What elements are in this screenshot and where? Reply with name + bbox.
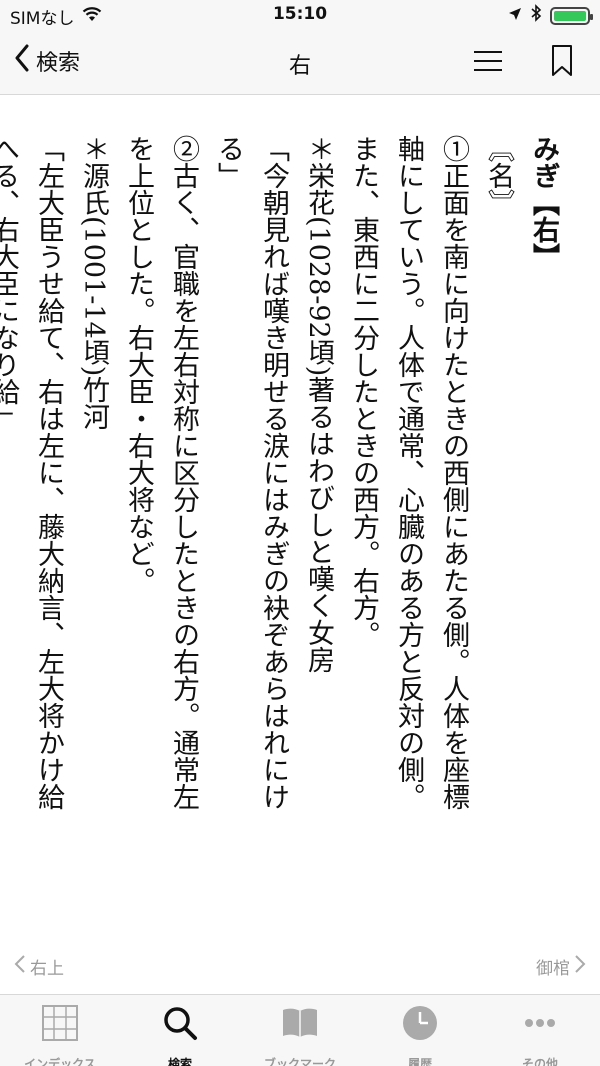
menu-button[interactable] xyxy=(471,46,505,76)
tab-history-label: 履歴 xyxy=(407,1057,432,1066)
entry-line: ①正面を南に向けたときの西側にあたる側。人体を座標 xyxy=(438,135,469,810)
entry-line: へる、右大臣になり給」 xyxy=(0,135,19,432)
book-icon xyxy=(280,1003,320,1047)
prev-entry-link[interactable]: 右上 xyxy=(14,954,64,979)
tab-bookmark-label: ブックマーク xyxy=(263,1057,336,1066)
headword: みぎ【右】 xyxy=(528,135,559,270)
tab-bar: インデックス 検索 ブックマーク 履歴 その他 xyxy=(0,994,600,1066)
nav-bar: 検索 右 xyxy=(0,30,600,95)
tab-history[interactable]: 履歴 xyxy=(360,995,480,1066)
tab-search-label: 検索 xyxy=(167,1057,192,1066)
entry-text: みぎ【右】 〘名〙 ①正面を南に向けたときの西側にあたる側。人体を座標 軸にして… xyxy=(0,135,566,935)
next-entry-link[interactable]: 御棺 xyxy=(536,954,586,979)
search-icon xyxy=(160,1003,200,1047)
page-title: 右 xyxy=(288,54,311,79)
entry-line: を上位とした。右大臣・右大将など。 xyxy=(123,135,154,594)
bookmark-button[interactable] xyxy=(550,44,574,78)
entry-line: ＊源氏(1001-14頃)竹河 xyxy=(78,135,109,431)
screen: SIMなし 15:10 検索 右 みぎ【右】 〘名〙 ①正面を南に向けたときの西… xyxy=(0,0,600,1066)
entry-line: 「今朝見れば嘆き明せる涙にはみぎの袂ぞあらはれにけ xyxy=(258,135,289,810)
entry-line: また、東西に二分したときの西方。右方。 xyxy=(348,135,379,648)
prev-entry-label: 右上 xyxy=(30,959,64,979)
location-icon xyxy=(508,6,522,26)
next-entry-label: 御棺 xyxy=(536,959,570,979)
more-icon xyxy=(520,1003,560,1047)
bookmark-icon xyxy=(550,45,574,82)
entry-line: 「左大臣うせ給て、右は左に、藤大納言、左大将かけ給 xyxy=(33,135,64,810)
entry-line: る」 xyxy=(213,135,244,189)
entry-line: ②古く、官職を左右対称に区分したときの右方。通常左 xyxy=(168,135,199,810)
battery-icon xyxy=(550,6,593,25)
status-right xyxy=(508,4,593,27)
clock-icon xyxy=(400,1003,440,1047)
tab-index-label: インデックス xyxy=(24,1057,96,1066)
entry-line: ＊栄花(1028-92頃)著るはわびしと嘆く女房 xyxy=(303,135,334,674)
grid-icon xyxy=(40,1003,80,1047)
status-bar: SIMなし 15:10 xyxy=(0,0,600,30)
part-of-speech: 〘名〙 xyxy=(483,135,514,216)
entry-line: 軸にしていう。人体で通常、心臓のある方と反対の側。 xyxy=(393,135,424,810)
tab-bookmark[interactable]: ブックマーク xyxy=(240,995,360,1066)
entry-pager: 右上 御棺 xyxy=(0,948,600,986)
tab-index[interactable]: インデックス xyxy=(0,995,120,1066)
tab-more[interactable]: その他 xyxy=(480,995,600,1066)
list-icon xyxy=(471,51,505,80)
tab-search[interactable]: 検索 xyxy=(120,995,240,1066)
chevron-right-icon xyxy=(574,954,586,979)
chevron-left-icon xyxy=(14,954,26,979)
entry-content: みぎ【右】 〘名〙 ①正面を南に向けたときの西側にあたる側。人体を座標 軸にして… xyxy=(0,95,600,945)
tab-more-label: その他 xyxy=(521,1057,558,1066)
bluetooth-icon xyxy=(530,4,542,27)
